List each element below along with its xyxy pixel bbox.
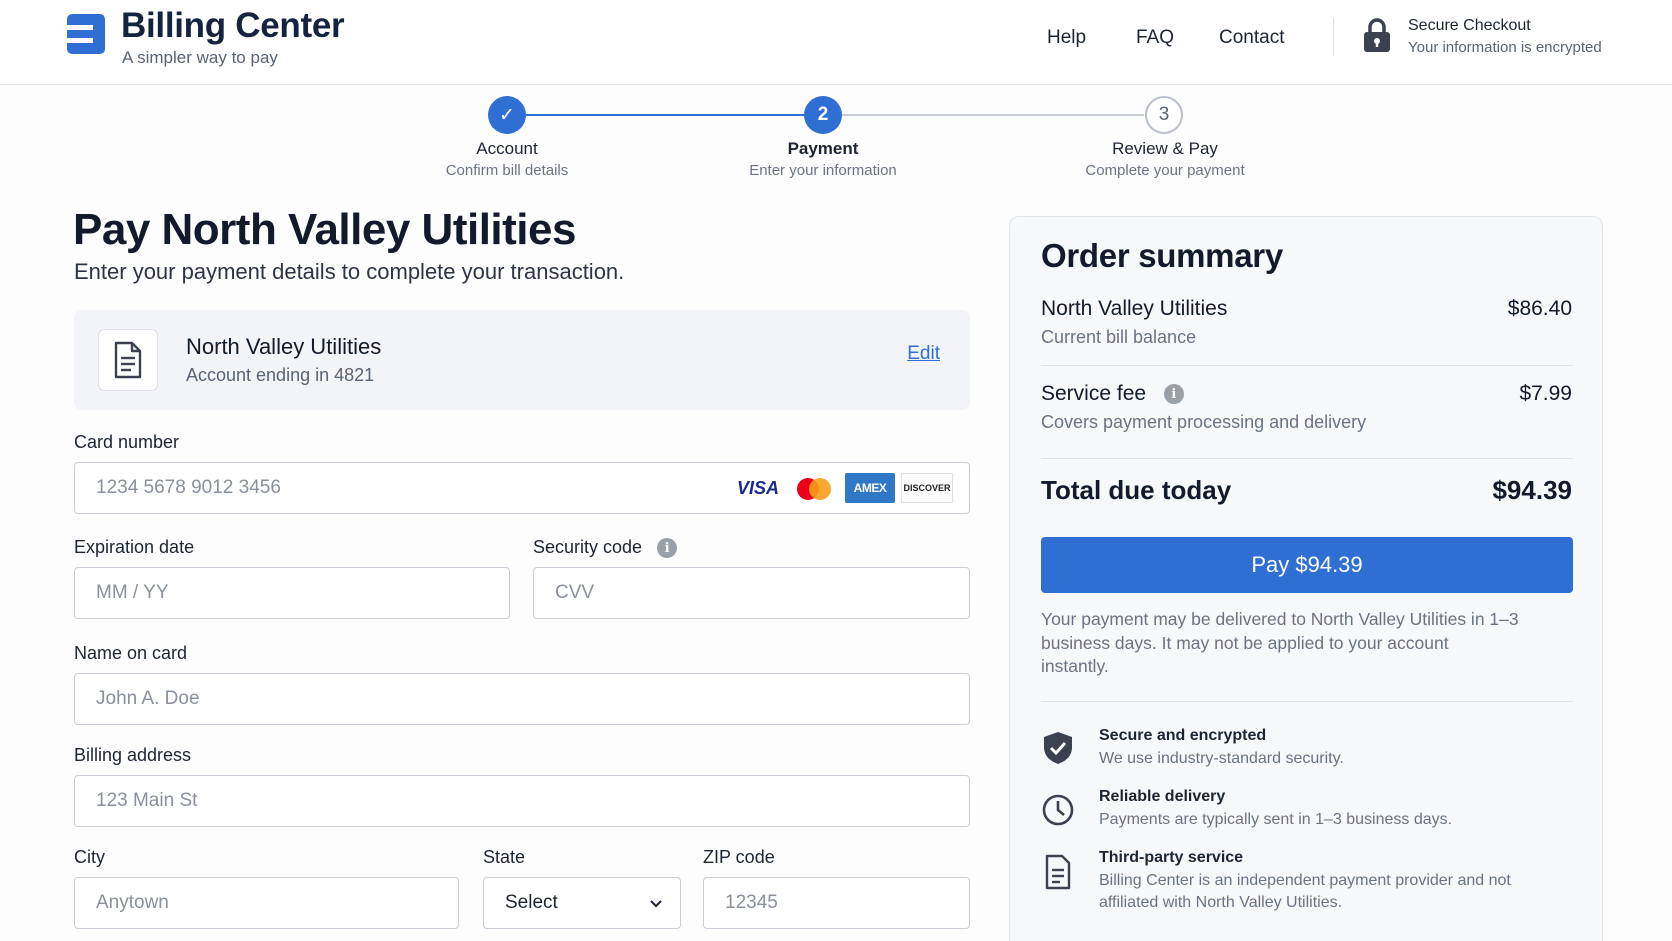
summary-item-amount: $86.40	[1507, 297, 1572, 320]
page-subtitle: Enter your payment details to complete y…	[74, 259, 625, 284]
total-label: Total due today	[1041, 475, 1232, 505]
feature-title: Secure and encrypted	[1099, 727, 1267, 744]
summary-divider	[1041, 365, 1573, 366]
step-2-label: Payment	[787, 139, 859, 158]
feature-title: Third-party service	[1099, 849, 1244, 866]
name-on-card-input[interactable]: John A. Doe	[74, 673, 970, 725]
edit-account-link[interactable]: Edit	[907, 343, 940, 365]
city-label: City	[74, 847, 105, 867]
feature-title: Reliable delivery	[1099, 788, 1226, 805]
summary-item-name: North Valley Utilities	[1041, 297, 1228, 320]
step-3-marker: 3	[1145, 96, 1183, 134]
expiration-label: Expiration date	[74, 537, 195, 557]
summary-divider	[1041, 701, 1573, 702]
billing-address-label: Billing address	[74, 745, 192, 765]
service-fee-info-icon[interactable]: i	[1163, 384, 1184, 405]
top-header: Billing Center A simpler way to pay Help…	[0, 0, 1672, 85]
card-brand-logos: VISA AMEX DISCOVER	[733, 473, 953, 503]
step-3-label: Review & Pay	[1112, 139, 1218, 158]
step-2-marker: 2	[804, 96, 842, 134]
account-name: North Valley Utilities	[186, 334, 382, 359]
service-fee-amount: $7.99	[1519, 382, 1572, 405]
mastercard-logo-icon	[789, 473, 839, 503]
shield-check-icon	[1044, 732, 1072, 764]
bill-document-icon	[98, 329, 158, 391]
lock-icon	[1364, 18, 1390, 52]
billing-address-input[interactable]: 123 Main St	[74, 775, 970, 827]
step-1-label: Account	[476, 139, 538, 158]
payment-delivery-note: Your payment may be delivered to North V…	[1041, 609, 1519, 676]
service-fee-label-row: Service fee i	[1041, 382, 1184, 406]
state-selected-value: Select	[505, 892, 558, 913]
security-code-info-icon[interactable]: i	[657, 538, 678, 559]
brand-subtitle: A simpler way to pay	[122, 48, 278, 67]
summary-item-sub: Current bill balance	[1041, 327, 1197, 347]
feature-sub: Billing Center is an independent payment…	[1099, 872, 1511, 911]
feature-sub: We use industry-standard security.	[1099, 750, 1344, 767]
account-detail: Account ending in 4821	[186, 365, 375, 385]
header-divider	[1333, 18, 1334, 56]
step-3-sub: Complete your payment	[1085, 162, 1245, 179]
card-number-input[interactable]: 1234 5678 9012 3456 VISA AMEX DISCOVER	[74, 462, 970, 514]
expiration-placeholder: MM / YY	[96, 582, 169, 603]
chevron-down-icon	[650, 900, 662, 908]
zip-input[interactable]: 12345	[703, 877, 970, 929]
step-connector-complete	[524, 114, 805, 116]
brand-title: Billing Center	[121, 6, 345, 45]
service-fee-sub: Covers payment processing and delivery	[1041, 412, 1367, 432]
city-input[interactable]: Anytown	[74, 877, 459, 929]
summary-divider	[1041, 458, 1573, 459]
zip-placeholder: 12345	[725, 892, 778, 913]
step-connector-upcoming	[841, 114, 1144, 116]
document-icon	[1045, 854, 1071, 890]
security-code-placeholder: CVV	[555, 582, 595, 603]
feature-sub: Payments are typically sent in 1–3 busin…	[1099, 811, 1453, 828]
amex-logo-icon: AMEX	[845, 473, 895, 503]
zip-label: ZIP code	[703, 847, 775, 867]
card-number-label: Card number	[74, 432, 180, 452]
billing-address-placeholder: 123 Main St	[96, 790, 198, 811]
step-2-sub: Enter your information	[749, 162, 897, 179]
name-on-card-placeholder: John A. Doe	[96, 688, 200, 709]
brand-logo-icon	[67, 14, 105, 54]
order-summary-panel: Order summary North Valley Utilities $86…	[1009, 216, 1603, 941]
nav-contact-link[interactable]: Contact	[1219, 27, 1284, 49]
security-code-input[interactable]: CVV	[533, 567, 970, 619]
page-title: Pay North Valley Utilities	[73, 205, 576, 254]
state-label: State	[483, 847, 526, 867]
step-1-check-icon: ✓	[488, 96, 526, 134]
security-code-label: Security code	[533, 537, 643, 557]
nav-help-link[interactable]: Help	[1047, 27, 1086, 49]
pay-button[interactable]: Pay $94.39	[1041, 537, 1573, 593]
account-card: North Valley Utilities Account ending in…	[74, 310, 970, 410]
secure-checkout-title: Secure Checkout	[1408, 17, 1531, 34]
total-amount: $94.39	[1492, 475, 1572, 505]
clock-icon	[1042, 794, 1074, 826]
security-code-label-row: Security code i	[533, 537, 678, 559]
visa-logo-icon: VISA	[736, 477, 779, 498]
card-number-placeholder: 1234 5678 9012 3456	[96, 477, 281, 498]
nav-faq-link[interactable]: FAQ	[1136, 27, 1174, 49]
service-fee-name: Service fee	[1041, 382, 1147, 405]
discover-logo-icon: DISCOVER	[901, 473, 953, 503]
secure-checkout-subtitle: Your information is encrypted	[1408, 39, 1602, 56]
city-placeholder: Anytown	[96, 892, 169, 913]
step-1-sub: Confirm bill details	[445, 162, 569, 179]
order-summary-title: Order summary	[1041, 237, 1283, 274]
state-select[interactable]: Select	[483, 877, 681, 929]
name-on-card-label: Name on card	[74, 643, 188, 663]
expiration-input[interactable]: MM / YY	[74, 567, 510, 619]
